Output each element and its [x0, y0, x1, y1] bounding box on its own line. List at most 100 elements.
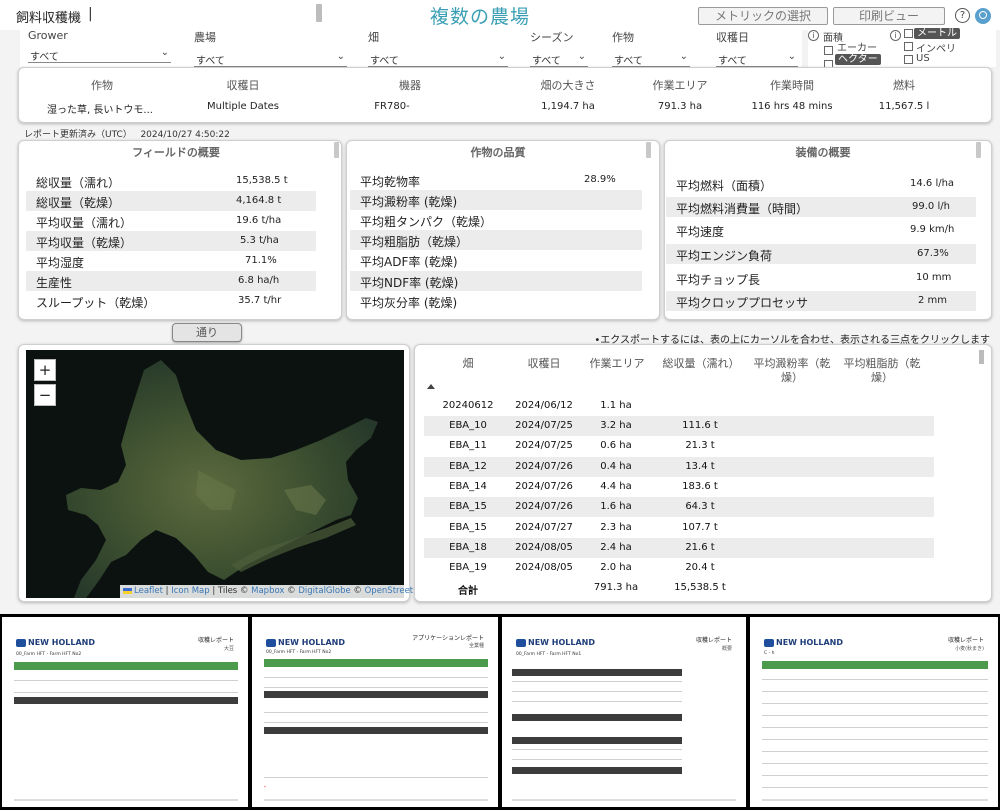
info-icon[interactable]: i: [890, 30, 901, 41]
sort-ascending-icon[interactable]: [427, 384, 435, 389]
title-separator: |: [88, 6, 93, 22]
table-row[interactable]: 20240612 2024/06/12 1.1 ha: [424, 396, 934, 416]
report-farm: 00_Farm HFT - Farm HFT No1: [516, 652, 582, 657]
field-row-total-yield-wet: 総収量（濡れ） 15,538.5 t: [36, 175, 288, 190]
metric-select-button[interactable]: メトリックの選択: [698, 7, 828, 25]
filter-select-crop[interactable]: すべて ⌄: [612, 51, 690, 67]
new-holland-logo: NEW HOLLAND: [266, 638, 345, 647]
filter-select-farm[interactable]: すべて ⌄: [194, 51, 347, 67]
quality-row-dry-matter: 平均乾物率 28.9%: [360, 174, 616, 189]
equipment-title: 装備の概要: [795, 146, 851, 159]
new-holland-logo: NEW HOLLAND: [16, 638, 95, 647]
mapbox-link[interactable]: Mapbox: [251, 586, 284, 596]
summary-value-harvest-date: Multiple Dates: [206, 101, 279, 112]
table-row[interactable]: EBA_15 2024/07/27 2.3 ha 107.7 t: [424, 518, 934, 538]
table-row[interactable]: EBA_14 2024/07/26 4.4 ha 183.6 t: [424, 477, 934, 497]
table-row[interactable]: EBA_18 2024/08/05 2.4 ha 21.6 t: [424, 538, 934, 558]
new-holland-logo: NEW HOLLAND: [516, 638, 595, 647]
hectare-option-label[interactable]: ヘクター: [835, 54, 881, 65]
table-row[interactable]: EBA_15 2024/07/26 1.6 ha 64.3 t: [424, 497, 934, 517]
summary-value-work-time: 116 hrs 48 mins: [751, 101, 833, 112]
ukraine-flag-icon: [123, 587, 132, 594]
report-title: アプリケーションレポート: [412, 635, 484, 642]
satellite-map[interactable]: [26, 350, 404, 598]
meter-option-label[interactable]: メートル: [914, 28, 960, 39]
field-overview-scrollbar[interactable]: [334, 142, 339, 158]
table-scrollbar[interactable]: [979, 350, 984, 364]
equip-row-crop-processor: 平均クロッププロセッサ 2 mm: [666, 291, 976, 311]
acre-checkbox[interactable]: [824, 46, 833, 55]
summary-header-work-time: 作業時間: [770, 79, 814, 92]
summary-value-crop: 湿った草, 長いトウモ...: [47, 105, 153, 116]
meter-checkbox[interactable]: [904, 29, 913, 38]
table-row[interactable]: EBA_10 2024/07/25 3.2 ha 111.6 t: [424, 416, 934, 436]
passes-button[interactable]: 通り: [172, 323, 242, 342]
filter-label-field: 畑: [368, 31, 379, 44]
col-header-field[interactable]: 畑: [428, 357, 508, 371]
col-header-work-area[interactable]: 作業エリア: [582, 357, 652, 371]
zoom-out-button[interactable]: −: [34, 384, 56, 406]
quality-row-adf: 平均ADF率 (乾燥): [360, 255, 458, 269]
report-title: 収穫レポート: [197, 637, 234, 644]
quality-row-crude-fat: 平均粗脂肪（乾燥）: [350, 230, 642, 250]
col-header-starch[interactable]: 平均澱粉率（乾燥）: [752, 357, 832, 385]
imperial-checkbox[interactable]: [904, 42, 913, 51]
report-subtitle: 全業種: [468, 643, 484, 649]
report-title: 収穫レポート: [695, 637, 732, 644]
quality-row-ash: 平均灰分率 (乾燥): [360, 296, 458, 310]
leaflet-link[interactable]: Leaflet: [134, 586, 163, 596]
report-thumbnail-4[interactable]: NEW HOLLAND 収穫レポート 小麦(秋まき) C - h: [750, 617, 998, 807]
report-thumbnail-1[interactable]: NEW HOLLAND 収穫レポート 大豆 00_Farm HFT - Farm…: [2, 617, 248, 807]
quality-row-crude-protein: 平均粗タンパク（乾燥）: [360, 215, 493, 229]
summary-value-equipment: FR780-: [374, 101, 410, 112]
filter-select-season[interactable]: すべて ⌄: [530, 51, 588, 67]
equip-row-engine-load: 平均エンジン負荷 67.3%: [666, 244, 976, 264]
table-total-row: 合計 791.3 ha 15,538.5 t: [458, 582, 726, 597]
table-row[interactable]: EBA_12 2024/07/26 0.4 ha 13.4 t: [424, 457, 934, 477]
field-row-throughput: スループット（乾燥） 35.7 t/hr: [36, 295, 282, 310]
quality-row-ndf: 平均NDF率 (乾燥): [350, 271, 642, 291]
search-icon[interactable]: [975, 8, 991, 24]
equipment-scrollbar[interactable]: [976, 142, 981, 158]
summary-header-crop: 作物: [91, 79, 113, 92]
filter-label-grower: Grower: [28, 29, 68, 42]
summary-value-fuel: 11,567.5 l: [878, 101, 930, 112]
chevron-down-icon: ⌄: [577, 51, 586, 62]
report-farm: C - h: [764, 651, 775, 656]
report-subtitle: 小麦(秋まき): [955, 646, 984, 652]
col-header-crude-fat[interactable]: 平均粗脂肪（乾燥）: [842, 357, 922, 385]
summary-card: [18, 67, 992, 123]
zoom-in-button[interactable]: +: [34, 359, 56, 381]
field-overview-title: フィールドの概要: [132, 146, 220, 159]
drag-handle-icon[interactable]: [316, 4, 322, 22]
summary-header-field-size: 畑の大きさ: [540, 79, 596, 92]
report-thumbnail-3[interactable]: NEW HOLLAND 収穫レポート 概要 00_Farm HFT - Farm…: [502, 617, 746, 807]
col-header-total-yield-wet[interactable]: 総収量（濡れ）: [656, 357, 746, 371]
info-icon[interactable]: i: [808, 30, 819, 41]
report-updated-label: レポート更新済み（UTC） 2024/10/27 4:50:22: [24, 130, 230, 140]
help-icon[interactable]: ?: [955, 8, 970, 23]
table-row[interactable]: EBA_11 2024/07/25 0.6 ha 21.3 t: [424, 436, 934, 456]
field-row-avg-yield-dry: 平均収量（乾燥） 5.3 t/ha: [26, 231, 316, 251]
equip-row-chop-length: 平均チョップ長 10 mm: [676, 272, 952, 287]
report-thumbnail-2[interactable]: NEW HOLLAND アプリケーションレポート 全業種 00_Farm HFT…: [252, 617, 498, 807]
col-header-harvest-date[interactable]: 収穫日: [504, 357, 584, 371]
app-title: 飼料収穫機: [16, 11, 82, 26]
filter-select-grower[interactable]: すべて ⌄: [28, 47, 171, 63]
filter-select-field[interactable]: すべて ⌄: [368, 51, 508, 67]
report-farm: 00_Farm HFT - Farm HFT No2: [266, 650, 332, 655]
crop-quality-scrollbar[interactable]: [646, 142, 651, 158]
chevron-down-icon: ⌄: [160, 47, 169, 58]
us-checkbox[interactable]: [904, 55, 913, 64]
digitalglobe-link[interactable]: DigitalGlobe: [298, 586, 350, 596]
print-view-button[interactable]: 印刷ビュー: [833, 7, 945, 25]
iconmap-link[interactable]: Icon Map: [171, 586, 209, 596]
equip-row-speed: 平均速度 9.9 km/h: [676, 224, 955, 239]
filter-select-harvest-date[interactable]: すべて ⌄: [716, 51, 798, 67]
summary-header-equipment: 機器: [399, 79, 421, 92]
filter-label-farm: 農場: [194, 31, 216, 44]
table-row[interactable]: EBA_19 2024/08/05 2.0 ha 20.4 t: [424, 558, 934, 578]
page-title: 複数の農場: [429, 6, 530, 28]
acre-option-label: エーカー: [837, 43, 877, 54]
report-farm: 00_Farm HFT - Farm HFT No2: [16, 652, 82, 657]
